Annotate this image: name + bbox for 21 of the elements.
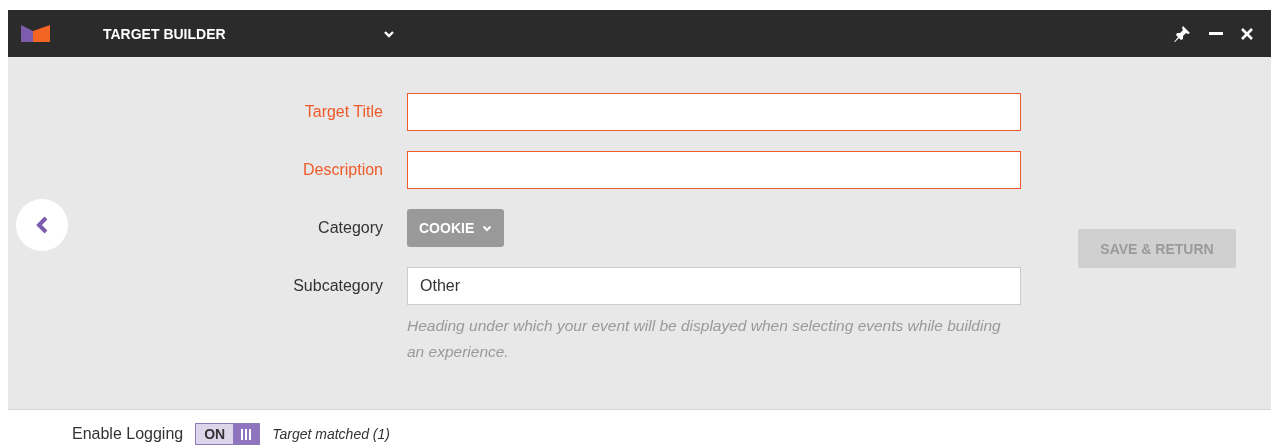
window-title: TARGET BUILDER <box>103 25 227 42</box>
logging-label: Enable Logging <box>72 425 184 443</box>
text-field[interactable]: Other <box>407 267 1021 305</box>
grip-icon <box>241 428 252 440</box>
chevron-left-icon <box>35 216 49 234</box>
field-label: Description <box>301 161 383 179</box>
logging-toggle[interactable]: ON <box>195 423 261 445</box>
field-hint: Heading under which your event will be displayed when selecting events while building an experience. <box>407 316 1002 362</box>
logo-icon <box>21 25 50 42</box>
text-field[interactable] <box>407 93 1021 131</box>
pin-icon[interactable] <box>1173 24 1191 43</box>
field-label: Category <box>317 219 383 237</box>
field-label: Target Title <box>303 103 383 121</box>
close-icon[interactable] <box>1241 27 1253 40</box>
chevron-down-icon <box>482 224 493 232</box>
text-field[interactable] <box>407 151 1021 189</box>
field-label: Subcategory <box>292 277 383 295</box>
status-text: Target matched (1) <box>272 426 390 442</box>
chevron-down-icon[interactable] <box>383 29 395 38</box>
minimize-icon[interactable] <box>1209 31 1223 36</box>
back-button[interactable] <box>16 199 68 251</box>
